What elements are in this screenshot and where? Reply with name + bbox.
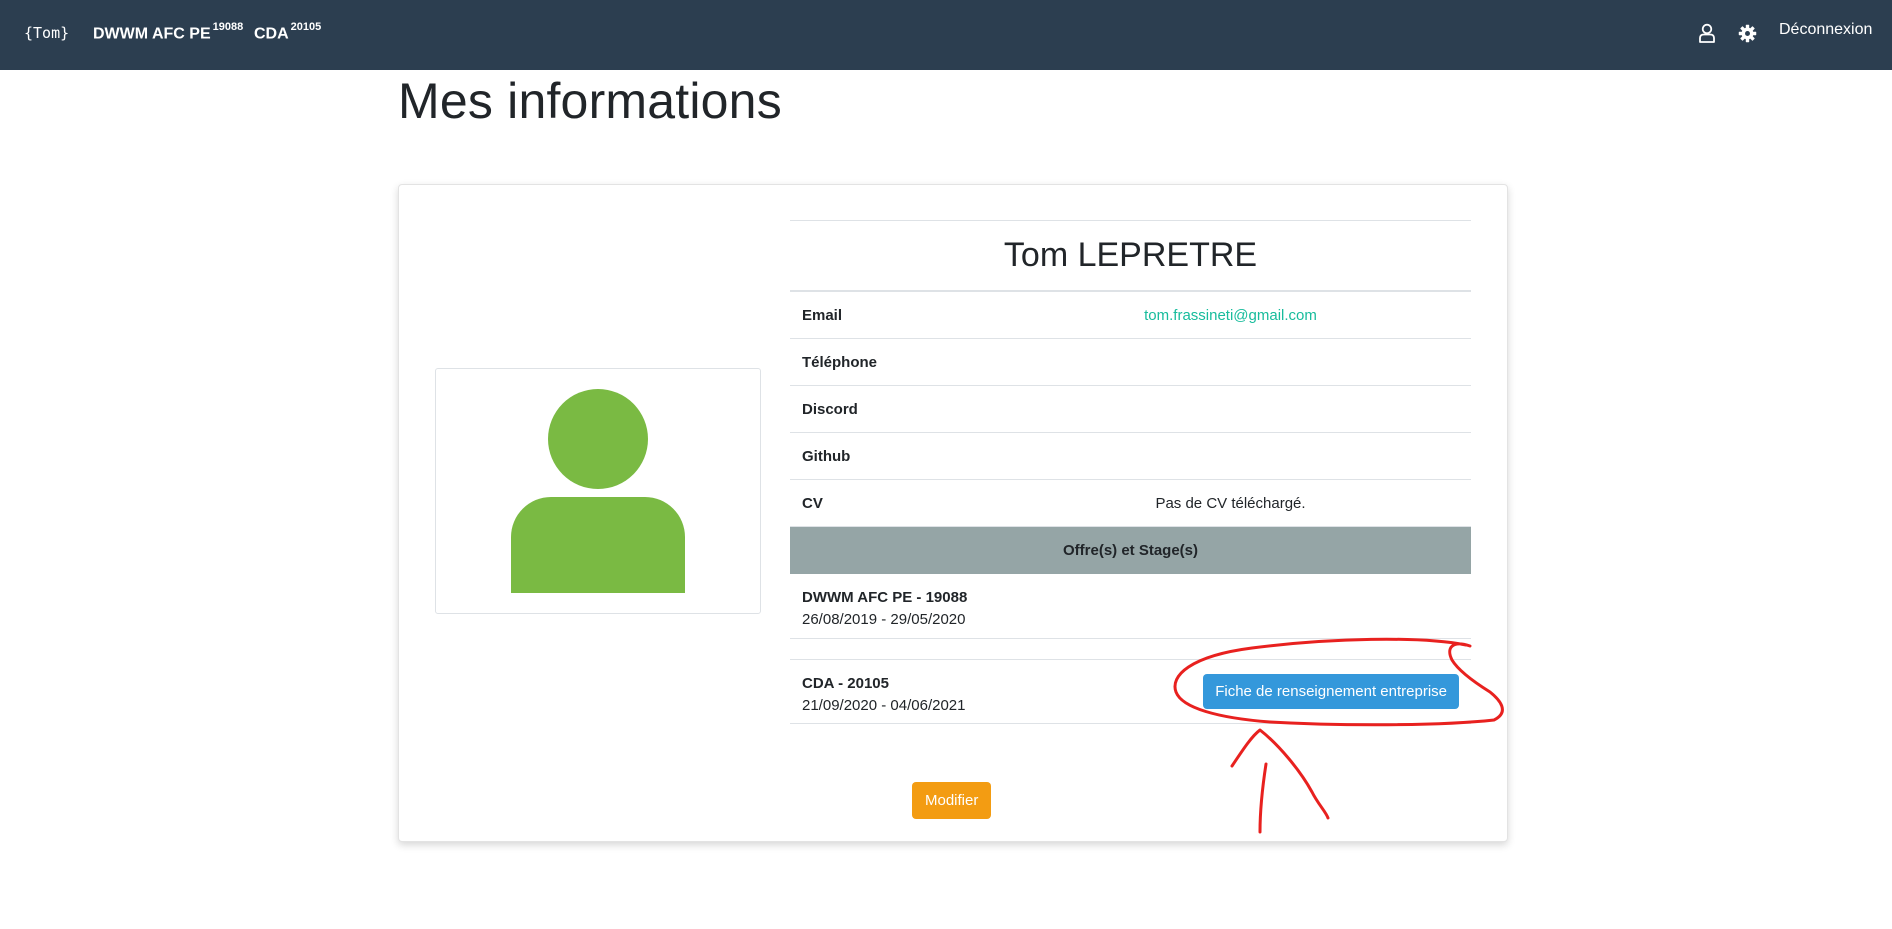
- edit-profile-button[interactable]: Modifier: [912, 782, 992, 819]
- field-label-github: Github: [802, 447, 851, 465]
- field-row-github: Github: [790, 433, 1471, 480]
- offer-dates: 26/08/2019 - 29/05/2020: [802, 611, 966, 628]
- field-row-email: Email tom.frassineti@gmail.com: [790, 292, 1471, 339]
- profile-card: Tom LEPRETRE Email tom.frassineti@gmail.…: [398, 184, 1508, 842]
- nav-link-dwwm-label: DWWM AFC PE: [93, 25, 211, 43]
- offer-title: DWWM AFC PE - 19088: [802, 589, 968, 606]
- offer-item-cda: CDA - 20105 21/09/2020 - 04/06/2021 Fich…: [790, 659, 1471, 724]
- page-title: Mes informations: [398, 73, 782, 129]
- field-row-cv: CV Pas de CV téléchargé.: [790, 480, 1471, 527]
- brand-logo[interactable]: {Tom}: [24, 24, 69, 42]
- field-row-telephone: Téléphone: [790, 339, 1471, 386]
- nav-link-dwwm-number: 19088: [212, 21, 244, 33]
- field-value-email: tom.frassineti@gmail.com: [1050, 307, 1471, 324]
- nav-link-cda-label: CDA: [254, 25, 289, 43]
- field-value-cv: Pas de CV téléchargé.: [1155, 494, 1306, 512]
- company-info-sheet-button[interactable]: Fiche de renseignement entreprise: [1203, 674, 1459, 709]
- offers-section-header: Offre(s) et Stage(s): [790, 527, 1471, 574]
- field-label-email: Email: [802, 306, 843, 324]
- user-icon[interactable]: [1696, 22, 1718, 44]
- avatar-body-shape: [511, 497, 685, 593]
- email-link[interactable]: tom.frassineti@gmail.com: [1144, 307, 1317, 324]
- offer-item-dwwm: DWWM AFC PE - 19088 26/08/2019 - 29/05/2…: [790, 574, 1471, 639]
- avatar: [435, 368, 761, 614]
- field-label-cv: CV: [802, 494, 823, 512]
- nav-link-cda-number: 20105: [290, 21, 322, 33]
- profile-info-table: Tom LEPRETRE Email tom.frassineti@gmail.…: [790, 220, 1471, 724]
- nav-link-dwwm[interactable]: DWWM AFC PE 19088: [93, 21, 244, 43]
- field-label-discord: Discord: [802, 400, 858, 418]
- field-label-telephone: Téléphone: [802, 353, 878, 371]
- field-row-discord: Discord: [790, 386, 1471, 433]
- nav-link-cda[interactable]: CDA 20105: [254, 21, 322, 43]
- logout-link[interactable]: Déconnexion: [1779, 21, 1872, 39]
- gear-icon[interactable]: [1736, 22, 1758, 44]
- avatar-head-shape: [548, 389, 648, 489]
- profile-name: Tom LEPRETRE: [790, 220, 1471, 292]
- top-navbar: {Tom} DWWM AFC PE 19088 CDA 20105 Déconnex…: [0, 0, 1892, 70]
